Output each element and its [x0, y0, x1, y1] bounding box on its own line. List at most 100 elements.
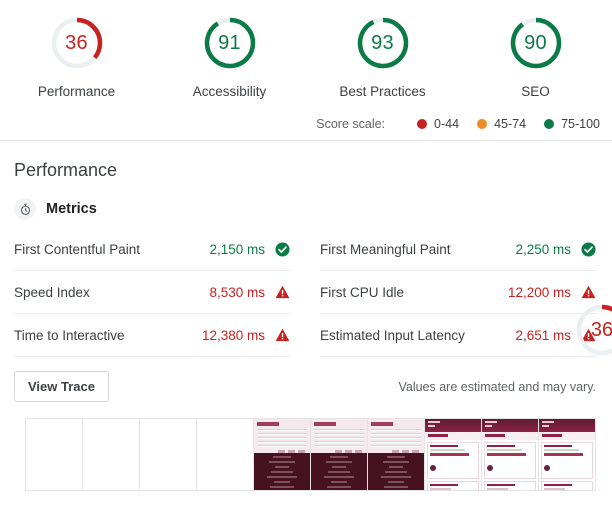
frame-line [257, 433, 307, 435]
frame-heading-bar [371, 422, 393, 426]
gauge-score-seo: 90 [524, 31, 547, 54]
gauge-ring: 90 [507, 14, 565, 72]
frame-row [267, 476, 297, 478]
pass-check-icon [274, 241, 290, 257]
frame-row [328, 471, 350, 473]
performance-section: Performance 36 Metrics First Contentful [0, 141, 612, 402]
frame-top-bar [425, 419, 481, 432]
gauge-label-seo: SEO [521, 84, 550, 99]
filmstrip [25, 418, 612, 491]
view-trace-button[interactable]: View Trace [14, 371, 109, 402]
frame-line [314, 441, 364, 443]
metrics-grid: First Contentful Paint 2,150 ms Speed In… [14, 228, 598, 357]
metric-name: Time to Interactive [14, 327, 125, 343]
metric-value: 2,150 ms [209, 241, 265, 257]
metric-name: Estimated Input Latency [320, 327, 465, 343]
filmstrip-frame[interactable] [82, 418, 140, 491]
frame-subbar [539, 432, 595, 440]
warning-triangle-icon [580, 284, 596, 300]
frame-subbar [482, 432, 538, 440]
score-scale-title: Score scale: [316, 117, 386, 131]
metric-value: 12,200 ms [507, 284, 571, 300]
frame-line [371, 429, 421, 431]
metric-value: 12,380 ms [201, 327, 265, 343]
frame-row [274, 481, 290, 483]
filmstrip-frame[interactable] [25, 418, 83, 491]
frame-row [389, 466, 403, 468]
gauge-label-accessibility: Accessibility [192, 84, 267, 99]
stopwatch-icon [14, 198, 36, 220]
frame-page-top [254, 419, 310, 453]
frame-line [257, 445, 307, 447]
filmstrip-frame[interactable] [481, 418, 539, 491]
filmstrip-frame[interactable] [424, 418, 482, 491]
frame-line [314, 433, 364, 435]
frame-row [270, 486, 294, 488]
frame-row [387, 456, 405, 458]
frame-card [427, 442, 479, 479]
metric-name: First CPU Idle [320, 284, 405, 300]
score-scale-item-high: 75-100 [544, 117, 600, 131]
frame-row [273, 456, 291, 458]
metric-name: First Contentful Paint [14, 241, 141, 257]
warning-triangle-icon [274, 284, 290, 300]
frame-row [385, 471, 407, 473]
metric-name: Speed Index [14, 284, 90, 300]
metric-row[interactable]: First Contentful Paint 2,150 ms [14, 228, 290, 271]
section-gauge-score: 36 [590, 318, 612, 341]
score-scale-legend: Score scale: 0-44 45-74 75-100 [316, 117, 600, 131]
filmstrip-frame[interactable] [310, 418, 368, 491]
frame-line [314, 429, 364, 431]
section-score-gauge[interactable]: 36 [573, 301, 612, 359]
frame-row [326, 461, 352, 463]
frame-card [427, 481, 479, 490]
frame-page-top [368, 419, 424, 453]
frame-line [314, 437, 364, 439]
metric-value: 8,530 ms [209, 284, 265, 300]
frame-line [371, 441, 421, 443]
score-gauge-seo[interactable]: 90 SEO [461, 14, 611, 99]
metrics-footer: View Trace Values are estimated and may … [14, 371, 598, 402]
frame-top-bar [539, 419, 595, 432]
score-gauge-performance[interactable]: 36 Performance [2, 14, 152, 99]
score-scale-item-low: 0-44 [417, 117, 459, 131]
frame-row [275, 466, 289, 468]
filmstrip-frame[interactable] [538, 418, 596, 491]
frame-line [371, 433, 421, 435]
score-scale-dot-orange [477, 119, 488, 129]
frame-line [257, 437, 307, 439]
filmstrip-frame[interactable] [139, 418, 197, 491]
metric-row[interactable]: Estimated Input Latency 2,651 ms [320, 314, 596, 357]
filmstrip-frame[interactable] [367, 418, 425, 491]
score-scale-range-mid: 45-74 [494, 117, 527, 131]
frame-line [257, 429, 307, 431]
frame-card [484, 442, 536, 479]
frame-card [484, 481, 536, 490]
frame-page-bottom [368, 453, 424, 490]
metric-name: First Meaningful Paint [320, 241, 451, 257]
metrics-heading: Metrics [46, 201, 97, 217]
metric-row[interactable]: First Meaningful Paint 2,250 ms [320, 228, 596, 271]
filmstrip-frame[interactable] [196, 418, 254, 491]
frame-line [371, 445, 421, 447]
metrics-heading-row: Metrics [14, 198, 598, 220]
frame-card [541, 481, 593, 490]
frame-row [324, 476, 354, 478]
metric-row[interactable]: First CPU Idle 12,200 ms [320, 271, 596, 314]
metric-value: 2,250 ms [515, 241, 571, 257]
gauge-ring: 91 [201, 14, 259, 72]
metric-row[interactable]: Time to Interactive 12,380 ms [14, 314, 290, 357]
pass-check-icon [580, 241, 596, 257]
score-gauge-best-practices[interactable]: 93 Best Practices [308, 14, 458, 99]
warning-triangle-icon [274, 327, 290, 343]
filmstrip-frame[interactable] [253, 418, 311, 491]
score-scale-dot-red [417, 119, 428, 129]
metrics-column-left: First Contentful Paint 2,150 ms Speed In… [14, 228, 306, 357]
frame-page-bottom [254, 453, 310, 490]
gauge-score-accessibility: 91 [218, 31, 241, 54]
frame-row [330, 456, 348, 458]
frame-page-bottom [311, 453, 367, 490]
metric-row[interactable]: Speed Index 8,530 ms [14, 271, 290, 314]
frame-line [314, 445, 364, 447]
score-gauge-accessibility[interactable]: 91 Accessibility [155, 14, 305, 99]
